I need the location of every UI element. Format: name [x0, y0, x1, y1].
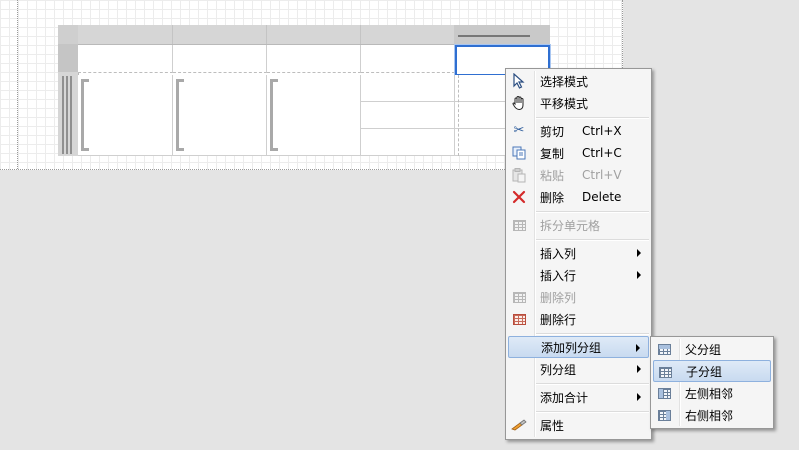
menu-item-copy[interactable]: 复制 Ctrl+C — [508, 142, 649, 164]
menu-separator — [536, 383, 649, 385]
data-cell[interactable] — [361, 129, 455, 156]
menu-item-properties[interactable]: 属性 — [508, 414, 649, 436]
menu-item-label: 插入列 — [540, 246, 577, 261]
submenu-arrow-icon — [637, 271, 641, 279]
menu-item-pan-mode[interactable]: 平移模式 — [508, 92, 649, 114]
canvas-margin-line — [17, 0, 18, 169]
menu-item-split-cells[interactable]: 拆分单元格 — [508, 214, 649, 236]
row-group-cell[interactable] — [173, 75, 267, 156]
menu-item-insert-row[interactable]: 插入行 — [508, 264, 649, 286]
menu-item-shortcut: Delete — [582, 190, 622, 204]
column-handles[interactable] — [78, 25, 550, 45]
menu-item-label: 子分组 — [686, 364, 723, 379]
submenu-arrow-icon — [637, 393, 641, 401]
hand-icon — [511, 95, 527, 111]
submenu-item-adjacent-right[interactable]: 右侧相邻 — [653, 404, 771, 426]
add-column-group-submenu: 父分组 子分组 左侧相邻 右侧相邻 — [650, 336, 774, 429]
menu-item-add-total[interactable]: 添加合计 — [508, 386, 649, 408]
column-handle[interactable] — [360, 25, 455, 44]
submenu-item-adjacent-left[interactable]: 左侧相邻 — [653, 382, 771, 404]
menu-item-shortcut: Ctrl+V — [582, 168, 622, 182]
column-handle[interactable] — [266, 25, 361, 44]
row-handle[interactable] — [58, 44, 78, 72]
menu-separator — [536, 333, 649, 335]
menu-item-paste[interactable]: 粘贴 Ctrl+V — [508, 164, 649, 186]
menu-separator — [536, 411, 649, 413]
menu-item-label: 属性 — [540, 418, 565, 433]
paste-icon — [511, 167, 527, 183]
delete-x-icon — [511, 189, 527, 205]
menu-item-cut[interactable]: ✂ 剪切 Ctrl+X — [508, 120, 649, 142]
submenu-item-child-group[interactable]: 子分组 — [653, 360, 771, 382]
row-handles[interactable] — [58, 44, 79, 156]
menu-item-delete[interactable]: 删除 Delete — [508, 186, 649, 208]
menu-item-shortcut: Ctrl+X — [582, 124, 622, 138]
column-handle[interactable] — [172, 25, 267, 44]
adjacent-left-icon — [656, 385, 672, 401]
menu-item-label: 删除 — [540, 190, 565, 205]
menu-item-label: 添加合计 — [540, 390, 589, 405]
row-group-cell[interactable] — [78, 75, 173, 156]
properties-icon — [511, 417, 527, 433]
menu-item-delete-column[interactable]: 删除列 — [508, 286, 649, 308]
menu-item-label: 选择模式 — [540, 74, 589, 89]
matrix-tablix[interactable] — [58, 25, 550, 156]
menu-separator — [536, 239, 649, 241]
menu-item-label: 插入行 — [540, 268, 577, 283]
menu-item-shortcut: Ctrl+C — [582, 146, 622, 160]
menu-item-label: 左侧相邻 — [685, 386, 734, 401]
menu-separator — [536, 117, 649, 119]
menu-item-label: 删除列 — [540, 290, 577, 305]
menu-item-delete-row[interactable]: 删除行 — [508, 308, 649, 330]
data-cell[interactable] — [361, 75, 455, 102]
menu-item-label: 列分组 — [540, 362, 577, 377]
delete-row-icon — [511, 311, 527, 327]
menu-item-label: 父分组 — [685, 342, 722, 357]
header-cell[interactable] — [361, 45, 455, 73]
submenu-arrow-icon — [637, 249, 641, 257]
menu-item-label: 拆分单元格 — [540, 218, 601, 233]
column-group-indicator — [458, 35, 530, 37]
menu-item-label: 添加列分组 — [541, 340, 602, 355]
row-group-indicator — [62, 76, 74, 154]
data-cell[interactable] — [361, 102, 455, 129]
row-group-cell[interactable] — [267, 75, 361, 156]
child-group-icon — [657, 364, 673, 380]
header-cell[interactable] — [173, 45, 267, 73]
context-menu: 选择模式 平移模式 ✂ 剪切 Ctrl+X 复制 Ctrl+C 粘贴 Ctrl+… — [505, 68, 652, 440]
menu-item-label: 复制 — [540, 146, 565, 161]
parent-group-icon — [656, 341, 672, 357]
group-boundary-line — [458, 75, 459, 156]
menu-item-label: 删除行 — [540, 312, 577, 327]
menu-item-label: 剪切 — [540, 124, 565, 139]
adjacent-right-icon — [656, 407, 672, 423]
menu-item-insert-column[interactable]: 插入列 — [508, 242, 649, 264]
split-cells-icon — [511, 217, 527, 233]
header-cell[interactable] — [267, 45, 361, 73]
tablix-corner-handle[interactable] — [58, 25, 78, 44]
menu-item-column-group[interactable]: 列分组 — [508, 358, 649, 380]
scissors-icon: ✂ — [513, 123, 525, 138]
menu-item-label: 粘贴 — [540, 168, 565, 183]
submenu-arrow-icon — [637, 365, 641, 373]
column-handle[interactable] — [78, 25, 173, 44]
menu-item-label: 平移模式 — [540, 96, 589, 111]
menu-item-add-column-group[interactable]: 添加列分组 — [508, 336, 649, 358]
submenu-item-parent-group[interactable]: 父分组 — [653, 338, 771, 360]
pointer-icon — [511, 73, 527, 89]
menu-separator — [536, 211, 649, 213]
copy-icon — [511, 145, 527, 161]
delete-column-icon — [511, 289, 527, 305]
menu-item-select-mode[interactable]: 选择模式 — [508, 70, 649, 92]
header-cell[interactable] — [78, 45, 173, 73]
menu-item-label: 右侧相邻 — [685, 408, 734, 423]
submenu-arrow-icon — [636, 344, 640, 352]
